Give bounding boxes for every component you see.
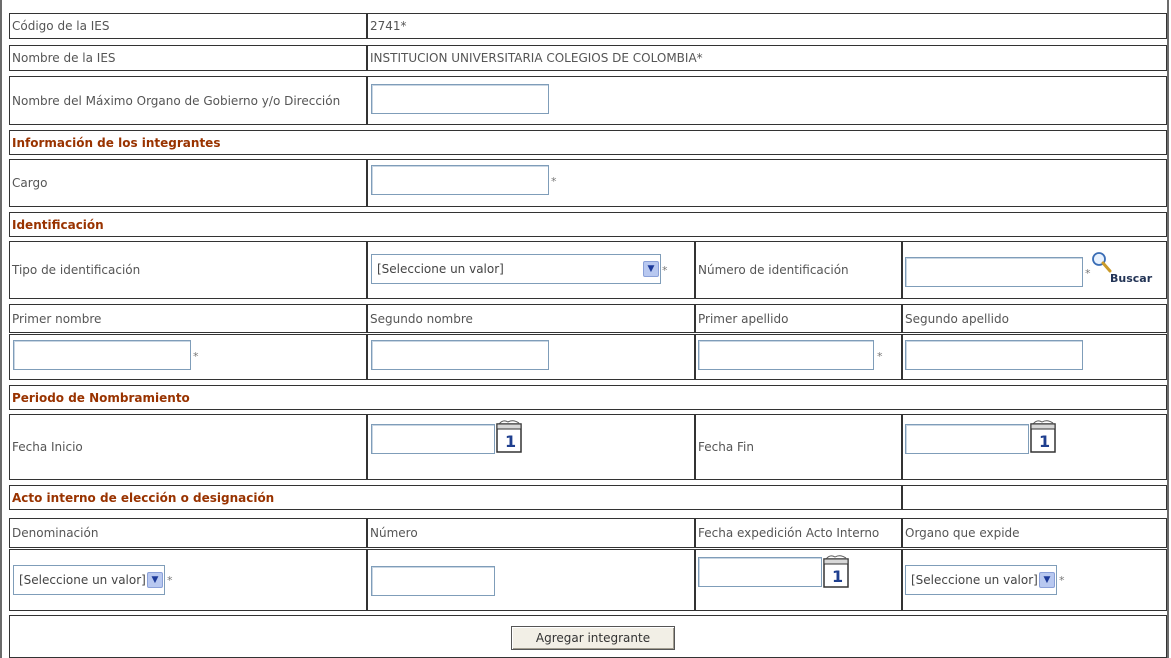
tipo-identificacion-value: [Seleccione un valor] bbox=[377, 262, 504, 276]
segundo-apellido-label: Segundo apellido bbox=[905, 311, 1009, 326]
segundo-apellido-label-cell: Segundo apellido bbox=[902, 304, 1167, 333]
denominacion-label: Denominación bbox=[12, 526, 99, 540]
numero-required-mark: * bbox=[1085, 267, 1091, 280]
fecha-expedicion-label-cell: Fecha expedición Acto Interno bbox=[695, 518, 902, 548]
calendar-day: 1 bbox=[832, 567, 843, 586]
organo-expide-select[interactable]: [Seleccione un valor] ▼ bbox=[905, 565, 1057, 595]
numero-identificacion-input[interactable] bbox=[905, 257, 1083, 287]
integrantes-section-header: Información de los integrantes bbox=[9, 130, 1167, 155]
organo-expide-label: Organo que expide bbox=[905, 526, 1020, 540]
search-icon bbox=[1092, 252, 1112, 273]
primer-apellido-label: Primer apellido bbox=[698, 311, 789, 326]
tipo-identificacion-label-cell: Tipo de identificación bbox=[9, 241, 367, 299]
codigo-label-cell: Código de la IES bbox=[9, 13, 367, 39]
calendar-day: 1 bbox=[505, 432, 516, 451]
cargo-label-cell: Cargo bbox=[9, 159, 367, 207]
primer-apellido-input[interactable] bbox=[698, 340, 874, 370]
codigo-value: 2741* bbox=[370, 19, 407, 33]
fecha-inicio-label-cell: Fecha Inicio bbox=[9, 414, 367, 480]
identificacion-section-title: Identificación bbox=[12, 217, 104, 232]
tipo-identificacion-label: Tipo de identificación bbox=[12, 263, 141, 277]
primer-nombre-label: Primer nombre bbox=[12, 311, 102, 326]
chevron-down-icon[interactable]: ▼ bbox=[643, 261, 659, 277]
primer-nombre-input[interactable] bbox=[13, 340, 191, 370]
fecha-inicio-label: Fecha Inicio bbox=[12, 440, 83, 454]
numero-acto-label-cell: Número bbox=[367, 518, 695, 548]
acto-section-title: Acto interno de elección o designación bbox=[12, 490, 275, 505]
periodo-section-header: Periodo de Nombramiento bbox=[9, 385, 1167, 410]
numero-acto-label: Número bbox=[370, 526, 418, 540]
cargo-input[interactable] bbox=[371, 165, 549, 195]
denominacion-label-cell: Denominación bbox=[9, 518, 367, 548]
nombre-ies-label: Nombre de la IES bbox=[12, 51, 116, 65]
buscar-button[interactable]: Buscar bbox=[1092, 252, 1164, 288]
primer-nombre-label-cell: Primer nombre bbox=[9, 304, 367, 333]
organo-expide-value: [Seleccione un valor] bbox=[911, 573, 1038, 587]
organo-gobierno-label: Nombre del Máximo Organo de Gobierno y/o… bbox=[12, 93, 341, 108]
acto-section-empty-cell bbox=[902, 485, 1167, 510]
tipo-identificacion-select[interactable]: [Seleccione un valor] ▼ bbox=[371, 254, 661, 284]
form-container: Código de la IES 2741* Nombre de la IES … bbox=[0, 0, 1171, 658]
segundo-apellido-input[interactable] bbox=[905, 340, 1083, 370]
calendar-icon[interactable]: 1 bbox=[495, 418, 525, 454]
fecha-expedicion-input[interactable] bbox=[698, 557, 822, 587]
primer-apellido-label-cell: Primer apellido bbox=[695, 304, 902, 333]
buscar-label: Buscar bbox=[1110, 272, 1153, 285]
chevron-down-icon[interactable]: ▼ bbox=[147, 572, 163, 588]
calendar-icon[interactable]: 1 bbox=[822, 553, 852, 589]
fecha-fin-label: Fecha Fin bbox=[698, 440, 754, 454]
right-border bbox=[1167, 0, 1169, 658]
primer-nombre-required-mark: * bbox=[193, 350, 199, 363]
segundo-nombre-label-cell: Segundo nombre bbox=[367, 304, 695, 333]
cargo-label: Cargo bbox=[12, 176, 48, 190]
organo-gobierno-input[interactable] bbox=[371, 84, 549, 114]
calendar-day: 1 bbox=[1039, 432, 1050, 451]
identificacion-section-header: Identificación bbox=[9, 212, 1167, 237]
tipo-required-mark: * bbox=[662, 264, 668, 277]
cargo-required-mark: * bbox=[551, 175, 557, 188]
nombre-ies-label-cell: Nombre de la IES bbox=[9, 45, 367, 71]
acto-section-header: Acto interno de elección o designación bbox=[9, 485, 902, 510]
calendar-icon[interactable]: 1 bbox=[1029, 418, 1059, 454]
numero-identificacion-label-cell: Número de identificación bbox=[695, 241, 902, 299]
fecha-fin-input[interactable] bbox=[905, 424, 1029, 454]
organo-expide-label-cell: Organo que expide bbox=[902, 518, 1167, 548]
agregar-integrante-button[interactable]: Agregar integrante bbox=[511, 626, 675, 650]
numero-acto-input[interactable] bbox=[371, 566, 495, 596]
fecha-expedicion-label: Fecha expedición Acto Interno bbox=[698, 526, 880, 540]
periodo-section-title: Periodo de Nombramiento bbox=[12, 390, 190, 405]
numero-identificacion-label: Número de identificación bbox=[698, 263, 849, 277]
nombre-ies-value: INSTITUCION UNIVERSITARIA COLEGIOS DE CO… bbox=[370, 51, 703, 65]
nombre-ies-value-cell: INSTITUCION UNIVERSITARIA COLEGIOS DE CO… bbox=[367, 45, 1167, 71]
segundo-nombre-label: Segundo nombre bbox=[370, 311, 473, 326]
organo-expide-required-mark: * bbox=[1059, 574, 1065, 587]
organo-gobierno-label-cell: Nombre del Máximo Organo de Gobierno y/o… bbox=[9, 76, 367, 125]
codigo-label: Código de la IES bbox=[12, 19, 110, 33]
fecha-inicio-input[interactable] bbox=[371, 424, 495, 454]
fecha-fin-label-cell: Fecha Fin bbox=[695, 414, 902, 480]
segundo-nombre-input[interactable] bbox=[371, 340, 549, 370]
denominacion-select[interactable]: [Seleccione un valor] ▼ bbox=[13, 565, 165, 595]
codigo-value-cell: 2741* bbox=[367, 13, 1167, 39]
left-border bbox=[0, 0, 2, 658]
denominacion-value: [Seleccione un valor] bbox=[19, 573, 146, 587]
integrantes-section-title: Información de los integrantes bbox=[12, 135, 221, 150]
denominacion-required-mark: * bbox=[167, 574, 173, 587]
chevron-down-icon[interactable]: ▼ bbox=[1039, 572, 1055, 588]
primer-apellido-required-mark: * bbox=[877, 350, 883, 363]
